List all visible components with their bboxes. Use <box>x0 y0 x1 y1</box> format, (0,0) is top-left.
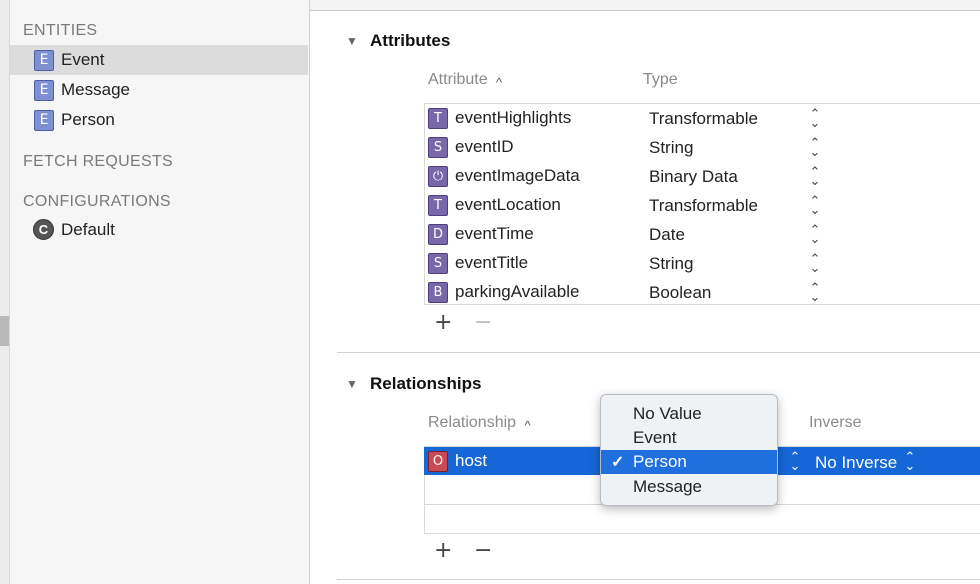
sidebar-item-label: Default <box>61 220 115 239</box>
transformable-type-icon: T <box>428 195 448 216</box>
date-type-icon: D <box>428 224 448 245</box>
menu-item-label: Event <box>633 428 677 447</box>
type-stepper[interactable]: ⌃ ⌄ <box>809 281 821 304</box>
fetch-requests-header: FETCH REQUESTS <box>23 153 173 170</box>
type-stepper[interactable]: ⌃ ⌄ <box>809 165 821 188</box>
attribute-row[interactable]: B parkingAvailable Boolean ⌃ ⌄ <box>424 278 980 307</box>
attribute-type: Boolean <box>649 283 712 302</box>
section-divider <box>337 352 980 353</box>
attribute-row[interactable]: S eventID String ⌃ ⌄ <box>424 133 980 162</box>
boolean-type-icon: B <box>428 282 448 303</box>
inverse-popup[interactable]: No Inverse <box>815 453 897 473</box>
entity-icon: E <box>34 50 54 71</box>
entities-header: ENTITIES <box>23 22 98 39</box>
relationships-title: Relationships <box>370 374 482 393</box>
chevron-down-icon: ⌄ <box>809 231 821 246</box>
attribute-name: eventLocation <box>455 195 561 214</box>
inverse-column-header[interactable]: Inverse <box>809 414 861 432</box>
transformable-type-icon: T <box>428 108 448 129</box>
sort-ascending-icon: ^ <box>524 418 531 433</box>
type-stepper[interactable]: ⌃ ⌄ <box>809 223 821 246</box>
attribute-column-label: Attribute <box>428 71 488 88</box>
type-stepper[interactable]: ⌃ ⌄ <box>809 252 821 275</box>
chevron-down-icon: ⌄ <box>809 260 821 275</box>
menu-item-label: Message <box>633 477 702 496</box>
table-bottom-border <box>424 304 980 305</box>
remove-relationship-button[interactable]: − <box>474 538 492 563</box>
configurations-header: CONFIGURATIONS <box>23 193 171 210</box>
attribute-name: parkingAvailable <box>455 282 580 301</box>
attribute-name: eventImageData <box>455 166 580 185</box>
attribute-name: eventID <box>455 137 514 156</box>
entity-icon: E <box>34 80 54 101</box>
attribute-type: Date <box>649 225 685 244</box>
menu-item-event[interactable]: Event <box>601 426 777 450</box>
attribute-type: Transformable <box>649 109 758 128</box>
left-scroll-strip[interactable] <box>0 0 10 584</box>
attribute-type: String <box>649 254 694 273</box>
menu-item-person[interactable]: ✓ Person <box>601 450 777 474</box>
type-stepper[interactable]: ⌃ ⌄ <box>809 107 821 130</box>
chevron-down-icon: ⌄ <box>789 458 801 473</box>
sidebar-item-message[interactable]: E Message <box>10 75 308 105</box>
relationship-name: host <box>455 451 488 470</box>
relationship-column-label: Relationship <box>428 414 517 431</box>
attribute-name: eventHighlights <box>455 108 572 127</box>
attribute-row[interactable]: S eventTitle String ⌃ ⌄ <box>424 249 980 278</box>
chevron-down-icon: ⌄ <box>904 458 916 473</box>
sidebar-item-label: Message <box>61 80 130 99</box>
string-type-icon: S <box>428 137 448 158</box>
attributes-title: Attributes <box>370 31 451 50</box>
menu-item-label: Person <box>633 452 687 471</box>
attribute-type: Binary Data <box>649 167 738 186</box>
binary-data-type-icon: ⏻ <box>428 166 448 187</box>
type-column-header[interactable]: Type <box>643 71 678 89</box>
sort-ascending-icon: ^ <box>496 75 503 90</box>
attribute-row[interactable]: D eventTime Date ⌃ ⌄ <box>424 220 980 249</box>
configuration-icon: C <box>33 219 54 240</box>
sidebar-item-default[interactable]: C Default <box>10 215 308 245</box>
chevron-down-icon: ⌄ <box>809 173 821 188</box>
relationship-type-icon: O <box>428 451 448 472</box>
entity-icon: E <box>34 110 54 131</box>
chevron-down-icon: ⌄ <box>809 289 821 304</box>
attribute-row[interactable]: T eventHighlights Transformable ⌃ ⌄ <box>424 104 980 133</box>
destination-popup-menu: No Value Event ✓ Person Message <box>600 394 778 506</box>
sidebar-item-event[interactable]: E Event <box>10 45 308 75</box>
sidebar-item-label: Event <box>61 50 105 69</box>
attributes-disclosure-icon[interactable]: ▼ <box>346 34 358 48</box>
attribute-type: Transformable <box>649 196 758 215</box>
chevron-down-icon: ⌄ <box>809 115 821 130</box>
add-relationship-button[interactable]: + <box>434 538 452 563</box>
relationship-column-header[interactable]: Relationship ^ <box>428 414 531 433</box>
relationships-disclosure-icon[interactable]: ▼ <box>346 377 358 391</box>
chevron-down-icon: ⌄ <box>809 144 821 159</box>
menu-item-no-value[interactable]: No Value <box>601 402 777 426</box>
add-attribute-button[interactable]: + <box>434 310 452 335</box>
attribute-name: eventTitle <box>455 253 529 272</box>
section-divider <box>337 579 980 580</box>
left-scroll-thumb[interactable] <box>0 316 9 346</box>
sidebar-item-person[interactable]: E Person <box>10 105 308 135</box>
attribute-type: String <box>649 138 694 157</box>
inverse-stepper[interactable]: ⌃ ⌄ <box>904 450 916 473</box>
attribute-column-header[interactable]: Attribute ^ <box>428 71 502 90</box>
sidebar-item-label: Person <box>61 110 115 129</box>
chevron-down-icon: ⌄ <box>809 202 821 217</box>
menu-item-label: No Value <box>633 404 702 423</box>
type-stepper[interactable]: ⌃ ⌄ <box>809 194 821 217</box>
table-bottom-border <box>424 533 980 534</box>
attribute-row[interactable]: ⏻ eventImageData Binary Data ⌃ ⌄ <box>424 162 980 191</box>
remove-attribute-button[interactable]: − <box>474 310 492 335</box>
attribute-name: eventTime <box>455 224 534 243</box>
menu-item-message[interactable]: Message <box>601 475 777 499</box>
destination-stepper[interactable]: ⌃ ⌄ <box>789 450 801 473</box>
string-type-icon: S <box>428 253 448 274</box>
attribute-row[interactable]: T eventLocation Transformable ⌃ ⌄ <box>424 191 980 220</box>
type-stepper[interactable]: ⌃ ⌄ <box>809 136 821 159</box>
checkmark-icon: ✓ <box>611 454 625 471</box>
